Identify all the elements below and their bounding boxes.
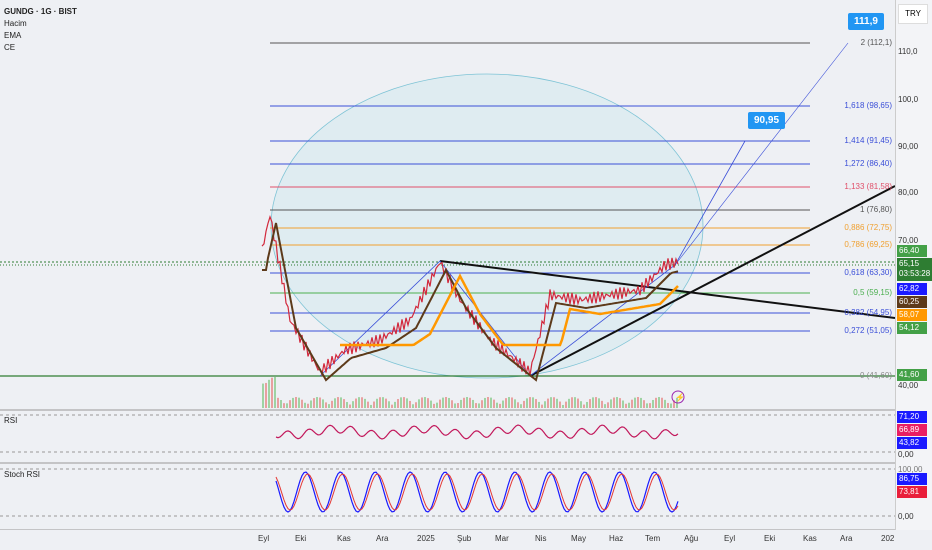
price-tag: 66,40: [897, 245, 927, 257]
axis-label: 40,00: [898, 381, 919, 390]
rsi-tag: 71,20: [897, 411, 927, 423]
current-price: 65,15: [899, 259, 920, 268]
time-label: Tem: [645, 534, 661, 543]
time-label: 2025: [417, 534, 435, 543]
time-label: Eyl: [258, 534, 270, 543]
stoch-d-line: [275, 473, 679, 511]
axis-label: 110,0: [898, 47, 918, 56]
axis-label: 0,00: [898, 450, 914, 459]
time-label: Eki: [764, 534, 776, 543]
time-label: Ağu: [684, 534, 699, 543]
rsi-line: [275, 424, 679, 440]
fib-level-label: 0,5 (59,15): [853, 288, 892, 297]
indicator-volume[interactable]: Hacim: [4, 18, 77, 30]
price-tag: 60,25: [897, 296, 927, 308]
ellipse-drawing[interactable]: [270, 73, 704, 379]
rsi-label[interactable]: RSI: [4, 416, 17, 425]
time-label: Mar: [495, 534, 509, 543]
fib-level-label: 1,414 (91,45): [844, 136, 892, 145]
time-label: Şub: [457, 534, 472, 543]
price-tag: 62,82: [897, 283, 927, 295]
time-label: Ara: [840, 534, 853, 543]
stoch-tag: 86,75: [897, 473, 927, 485]
axis-label: 0,00: [898, 512, 914, 521]
countdown: 03:53:28: [899, 269, 931, 278]
svg-text:⚡: ⚡: [675, 392, 685, 402]
chart-legend: GUNDG · 1G · BIST Hacim EMA CE: [4, 6, 77, 54]
axis-label: 80,00: [898, 188, 919, 197]
time-label: Kas: [337, 534, 351, 543]
axis-label: 70,00: [898, 236, 919, 245]
fib-level-label: 0,382 (54,95): [844, 308, 892, 317]
rsi-tag: 43,82: [897, 437, 927, 449]
symbol-title[interactable]: GUNDG · 1G · BIST: [4, 6, 77, 18]
fib-level-label: 1,618 (98,65): [844, 101, 892, 110]
time-label: Kas: [803, 534, 817, 543]
fib-level-label: 0 (41,60): [859, 371, 892, 380]
currency-button[interactable]: TRY: [898, 4, 928, 24]
price-tag: 54,12: [897, 322, 927, 334]
rsi-tag: 66,89: [897, 424, 927, 436]
stoch-tag: 73,81: [897, 486, 927, 498]
fib-level-label: 0,786 (69,25): [844, 240, 892, 249]
time-label: Ara: [376, 534, 389, 543]
fib-level-label: 1,272 (86,40): [844, 159, 892, 168]
volume-bars: [262, 377, 678, 408]
target-callout[interactable]: 90,95: [748, 112, 786, 129]
chart-canvas[interactable]: ⚡: [0, 0, 895, 530]
current-price-tag: 65,15 03:53:28: [897, 258, 932, 281]
fib-level-label: 2 (112,1): [860, 38, 892, 47]
price-tag: 58,07: [897, 309, 927, 321]
indicator-ema[interactable]: EMA: [4, 30, 77, 42]
projection-line: [674, 42, 849, 266]
fib-level-label: 0,272 (51,05): [844, 326, 892, 335]
price-tag: 41,60: [897, 369, 927, 381]
time-label: May: [571, 534, 587, 543]
time-label: Eki: [295, 534, 307, 543]
axis-label: 90,00: [898, 142, 919, 151]
axis-label: 100,0: [898, 95, 919, 104]
stoch-rsi-label[interactable]: Stoch RSI: [4, 470, 40, 479]
target-callout[interactable]: 111,9: [848, 13, 884, 30]
fib-level-label: 0,618 (63,30): [844, 268, 892, 277]
time-label: Nis: [535, 534, 547, 543]
indicator-ce[interactable]: CE: [4, 42, 77, 54]
time-label: Eyl: [724, 534, 736, 543]
time-label: Haz: [609, 534, 624, 543]
fib-level-label: 1,133 (81,58): [844, 182, 892, 191]
fib-level-label: 0,886 (72,75): [844, 223, 892, 232]
fib-level-label: 1 (76,80): [859, 205, 892, 214]
time-label: 202: [881, 534, 895, 543]
